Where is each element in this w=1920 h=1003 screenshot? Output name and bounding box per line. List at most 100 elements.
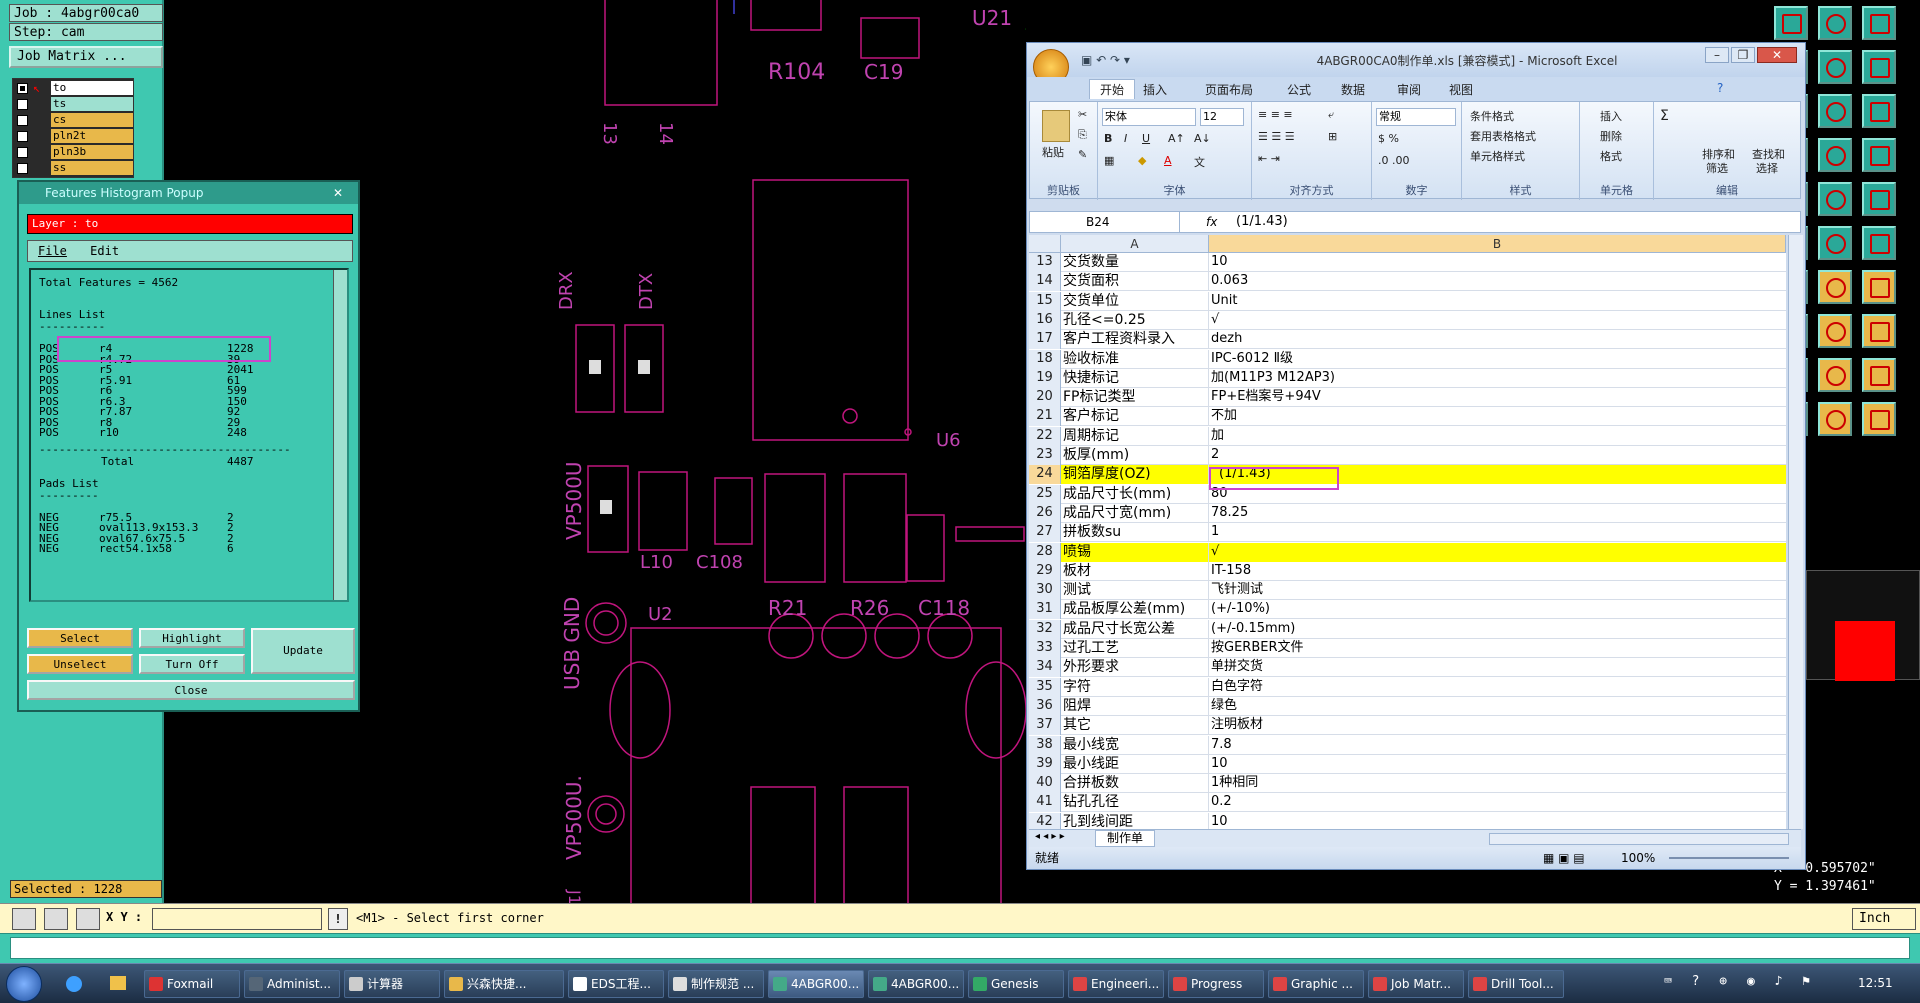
grid-tool-icon[interactable]: [76, 908, 100, 930]
taskbar-item[interactable]: Administ...: [244, 970, 340, 998]
pad-icon[interactable]: [1818, 314, 1852, 348]
measure-tool-icon[interactable]: [44, 908, 68, 930]
cell-b[interactable]: 0.2: [1209, 793, 1786, 812]
row-number[interactable]: 20: [1029, 388, 1061, 408]
border-icon[interactable]: ▦: [1104, 154, 1114, 167]
ribbon-tab[interactable]: 审阅: [1397, 81, 1421, 98]
font-color-icon[interactable]: A: [1164, 154, 1172, 167]
cell-b[interactable]: (+/-0.15mm): [1209, 620, 1786, 639]
row-number[interactable]: 37: [1029, 716, 1061, 736]
cell-a[interactable]: 交货数量: [1061, 253, 1209, 272]
ribbon-tab[interactable]: 视图: [1449, 81, 1473, 98]
layer-row[interactable]: ts: [15, 97, 133, 111]
cell-b[interactable]: 绿色: [1209, 697, 1786, 716]
menu-file[interactable]: File: [38, 244, 67, 258]
cell-style-button[interactable]: 单元格样式: [1470, 148, 1525, 164]
zoom-level[interactable]: 100%: [1621, 847, 1655, 869]
mirror-icon[interactable]: [1862, 270, 1896, 304]
layer-row[interactable]: ss: [15, 161, 133, 175]
ribbon-tab[interactable]: 公式: [1287, 81, 1311, 98]
row-number[interactable]: 24: [1029, 465, 1061, 485]
row-number[interactable]: 21: [1029, 407, 1061, 427]
move-icon[interactable]: [1818, 358, 1852, 392]
cell-a[interactable]: 拼板数su: [1061, 523, 1209, 543]
bold-button[interactable]: B: [1104, 132, 1112, 145]
cell-b[interactable]: 1种相同: [1209, 774, 1786, 793]
cell-b[interactable]: 2: [1209, 446, 1786, 465]
highlight-button[interactable]: Highlight: [139, 628, 245, 648]
cell-b[interactable]: 按GERBER文件: [1209, 639, 1786, 658]
cell-a[interactable]: 测试: [1061, 581, 1209, 601]
cell-b[interactable]: 10: [1209, 813, 1786, 829]
phonetic-icon[interactable]: 文: [1194, 154, 1205, 170]
folder-icon[interactable]: [110, 976, 126, 990]
vertical-scrollbar[interactable]: [333, 270, 347, 600]
cell-b[interactable]: 0.063: [1209, 272, 1786, 291]
zoom-fit-icon[interactable]: [1818, 50, 1852, 84]
layer-name[interactable]: to: [51, 81, 133, 95]
taskbar-item[interactable]: Progress: [1168, 970, 1264, 998]
name-box[interactable]: B24: [1030, 212, 1180, 232]
cell-a[interactable]: 过孔工艺: [1061, 639, 1209, 658]
save-icon[interactable]: [1818, 6, 1852, 40]
cell-a[interactable]: 快捷标记: [1061, 368, 1209, 388]
alert-icon[interactable]: !: [328, 908, 348, 930]
quick-access-toolbar[interactable]: ▣ ↶ ↷ ▾: [1081, 53, 1201, 67]
layer-checkbox[interactable]: [17, 131, 28, 142]
layer-checkbox[interactable]: [17, 163, 28, 174]
window-close-icon[interactable]: ✕: [1757, 47, 1797, 63]
cell-a[interactable]: 交货面积: [1061, 272, 1209, 292]
layer-name[interactable]: pln2t: [51, 129, 133, 143]
taskbar-item[interactable]: EDS工程...: [568, 970, 664, 998]
fill-color-icon[interactable]: ◆: [1138, 154, 1146, 167]
histogram-row[interactable]: NEG rect54.1x58 6: [31, 542, 331, 555]
cell-a[interactable]: 成品板厚公差(mm): [1061, 600, 1209, 620]
layer-name[interactable]: ss: [51, 161, 133, 175]
cell-a[interactable]: 合拼板数: [1061, 774, 1209, 794]
mini-view[interactable]: [1806, 570, 1920, 681]
cross-icon[interactable]: [1862, 182, 1896, 216]
cell-a[interactable]: 验收标准: [1061, 349, 1209, 369]
cell-b[interactable]: IPC-6012 Ⅱ级: [1209, 350, 1786, 369]
decimal-icon[interactable]: .0 .00: [1378, 154, 1410, 167]
open-icon[interactable]: [1774, 6, 1808, 40]
cell-b[interactable]: (+/-10%): [1209, 600, 1786, 619]
draw-tool-icon[interactable]: [12, 908, 36, 930]
unselect-button[interactable]: Unselect: [27, 654, 133, 674]
job-matrix-button[interactable]: Job Matrix ...: [9, 46, 163, 68]
cut-icon[interactable]: ✂: [1078, 108, 1087, 121]
start-button-icon[interactable]: [6, 966, 42, 1002]
shrink-font-icon[interactable]: A↓: [1194, 132, 1211, 145]
row-number[interactable]: 39: [1029, 754, 1061, 774]
row-number[interactable]: 26: [1029, 503, 1061, 523]
xy-input[interactable]: [152, 908, 322, 930]
layer-row[interactable]: cs: [15, 113, 133, 127]
minimize-icon[interactable]: –: [1705, 47, 1729, 63]
layer-name[interactable]: pln3b: [51, 145, 133, 159]
turn-off-button[interactable]: Turn Off: [139, 654, 245, 674]
row-number[interactable]: 22: [1029, 426, 1061, 446]
cell-a[interactable]: 周期标记: [1061, 426, 1209, 446]
row-number[interactable]: 38: [1029, 735, 1061, 755]
taskbar-item[interactable]: 4ABGR00...: [768, 970, 864, 998]
format-painter-icon[interactable]: ✎: [1078, 148, 1087, 161]
italic-button[interactable]: I: [1124, 132, 1127, 145]
cell-a[interactable]: 成品尺寸长宽公差: [1061, 619, 1209, 639]
delete-cells-button[interactable]: 删除: [1600, 128, 1622, 144]
autosum-icon[interactable]: Σ: [1660, 108, 1669, 124]
underline-button[interactable]: U: [1142, 132, 1150, 145]
rotate-icon[interactable]: [1818, 270, 1852, 304]
select-button[interactable]: Select: [27, 628, 133, 648]
ribbon-tab[interactable]: 插入: [1143, 81, 1167, 98]
layer-row[interactable]: pln2t: [15, 129, 133, 143]
cell-b[interactable]: 不加: [1209, 407, 1786, 426]
update-button[interactable]: Update: [251, 628, 355, 674]
cell-a[interactable]: 字符: [1061, 677, 1209, 697]
cell-a[interactable]: 钻孔孔径: [1061, 793, 1209, 813]
cell-a[interactable]: 孔径<=0.25: [1061, 310, 1209, 330]
sheet-horizontal-scrollbar[interactable]: [1489, 833, 1789, 845]
cell-a[interactable]: 外形要求: [1061, 658, 1209, 678]
ribbon-tab[interactable]: 数据: [1341, 81, 1365, 98]
snap-icon[interactable]: [1862, 94, 1896, 128]
histogram-row[interactable]: POS r10 248: [31, 426, 331, 439]
